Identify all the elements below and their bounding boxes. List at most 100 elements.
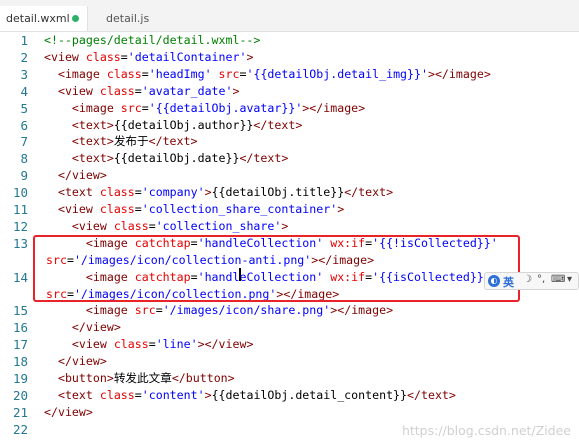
line-number: 3 (20, 66, 28, 82)
code-token: = (148, 337, 156, 352)
tab-detail-wxml[interactable]: detail.wxml (0, 6, 88, 31)
code-line[interactable]: 20 <text class='content'>{{detailObj.det… (0, 387, 579, 404)
code-token: > (246, 337, 254, 352)
code-text: <view class='avatar_date'> (44, 83, 240, 100)
code-token: > (246, 49, 254, 64)
code-token: > (337, 202, 345, 216)
line-number: 18 (12, 354, 28, 370)
ime-logo-icon[interactable]: ◐ (488, 275, 500, 287)
code-text: <image src='{{detailObj.avatar}}'></imag… (44, 100, 365, 117)
code-line[interactable]: 6 <text>{{detailObj.author}}</text> (0, 117, 579, 134)
line-number: 6 (20, 117, 28, 133)
code-token: </ (57, 168, 72, 183)
code-token: > (227, 371, 235, 385)
comma-icon[interactable]: °, (537, 274, 545, 285)
code-line[interactable]: 9 </view> (0, 167, 579, 184)
code-line[interactable]: 10 <text class='company'>{{detailObj.tit… (0, 184, 579, 201)
watermark-text: https://blog.csdn.net/Zidee (401, 423, 571, 438)
code-token: < (85, 303, 93, 318)
code-text: </view> (44, 167, 107, 184)
line-number: 4 (20, 83, 28, 99)
code-token: view (57, 404, 86, 419)
ime-language-toggle[interactable]: 英 (503, 274, 514, 290)
code-text: <view class='detailContainer'> (44, 49, 253, 66)
code-text: <text class='content'>{{detailObj.detail… (44, 387, 456, 404)
line-number: 22 (12, 421, 28, 437)
code-token: class (99, 185, 135, 200)
code-token: < (44, 49, 51, 64)
code-line[interactable]: 8 <text>{{detailObj.date}}</text> (0, 150, 579, 167)
code-token: = (134, 202, 142, 216)
code-token: class (99, 202, 135, 216)
code-token: '/images/icon/share.png' (162, 303, 331, 318)
code-line[interactable]: 1 <!--pages/detail/detail.wxml--> (0, 32, 579, 49)
code-line[interactable]: 21 </view> (0, 404, 579, 421)
line-number: 21 (12, 404, 28, 420)
code-token: < (71, 134, 79, 149)
tab-label: detail.wxml (6, 12, 70, 25)
ime-toolbar[interactable]: ◐ 英 ☽ °, ⌨ ▾ (484, 272, 579, 290)
keyboard-icon[interactable]: ⌨ (551, 274, 565, 285)
code-line[interactable]: 11 <view class='collection_share_contain… (0, 201, 579, 218)
code-line[interactable]: 3 <image class='headImg' src='{{detailOb… (0, 66, 579, 83)
code-token: < (71, 100, 79, 115)
code-token: <!--pages/detail/detail.wxml--> (44, 33, 261, 47)
code-token: > (386, 303, 394, 318)
code-token: view (78, 218, 107, 233)
line-number: 13 (12, 235, 28, 251)
code-line[interactable]: 12 <view class='collection_share'> (0, 218, 579, 235)
tab-detail-js[interactable]: detail.js (100, 6, 190, 31)
code-token: < (57, 202, 65, 216)
code-token: ></ (197, 337, 219, 352)
code-token: src (134, 303, 156, 318)
more-icon[interactable]: ▾ (567, 274, 572, 285)
code-text: <image class='headImg' src='{{detailObj.… (44, 66, 491, 83)
code-token: < (57, 185, 65, 200)
code-line[interactable]: 16 </view> (0, 319, 579, 336)
line-number: 10 (12, 185, 28, 201)
code-text: <text class='company'>{{detailObj.title}… (44, 184, 393, 201)
line-number: 8 (20, 151, 28, 167)
code-token: text (253, 151, 282, 166)
code-line[interactable]: 19 <button>转发此文章</button> (0, 370, 579, 387)
code-token: </ (344, 185, 359, 200)
code-token: 'avatar_date' (141, 83, 233, 98)
code-token: {{detailObj.author}} (113, 117, 254, 132)
code-token: < (57, 66, 65, 81)
code-token: '{{detailObj.detail_img}}' (246, 66, 428, 81)
code-token: image (448, 66, 484, 81)
text-cursor (239, 268, 241, 281)
code-text: </view> (44, 353, 107, 370)
code-token: > (204, 387, 212, 402)
code-token: {{detailObj.detail_content}} (211, 387, 408, 402)
code-line[interactable]: 18 </view> (0, 353, 579, 370)
code-token: text (78, 117, 107, 132)
code-line[interactable]: 15 <image src='/images/icon/share.png'><… (0, 302, 579, 319)
code-token: class (85, 49, 121, 64)
code-token: </ (71, 320, 86, 335)
code-token: = (134, 83, 142, 98)
code-token: src (218, 66, 240, 81)
code-token: '{{detailObj.avatar}}' (148, 100, 303, 115)
code-line[interactable]: 5 <image src='{{detailObj.avatar}}'></im… (0, 100, 579, 117)
code-token: < (57, 387, 65, 402)
code-token: > (281, 151, 289, 166)
code-token: < (71, 117, 79, 132)
code-token: 'headImg' (148, 66, 212, 81)
code-line[interactable]: 4 <view class='avatar_date'> (0, 83, 579, 100)
code-token: view (78, 337, 107, 352)
code-token: 发布于 (113, 134, 149, 149)
moon-icon[interactable]: ☽ (523, 274, 532, 285)
code-text: <button>转发此文章</button> (44, 370, 235, 387)
code-token: > (113, 320, 121, 335)
code-token: </ (239, 151, 254, 166)
code-line[interactable]: 2 <view class='detailContainer'> (0, 49, 579, 66)
code-line[interactable]: 17 <view class='line'></view> (0, 336, 579, 353)
code-line[interactable]: 7 <text>发布于</text> (0, 133, 579, 150)
